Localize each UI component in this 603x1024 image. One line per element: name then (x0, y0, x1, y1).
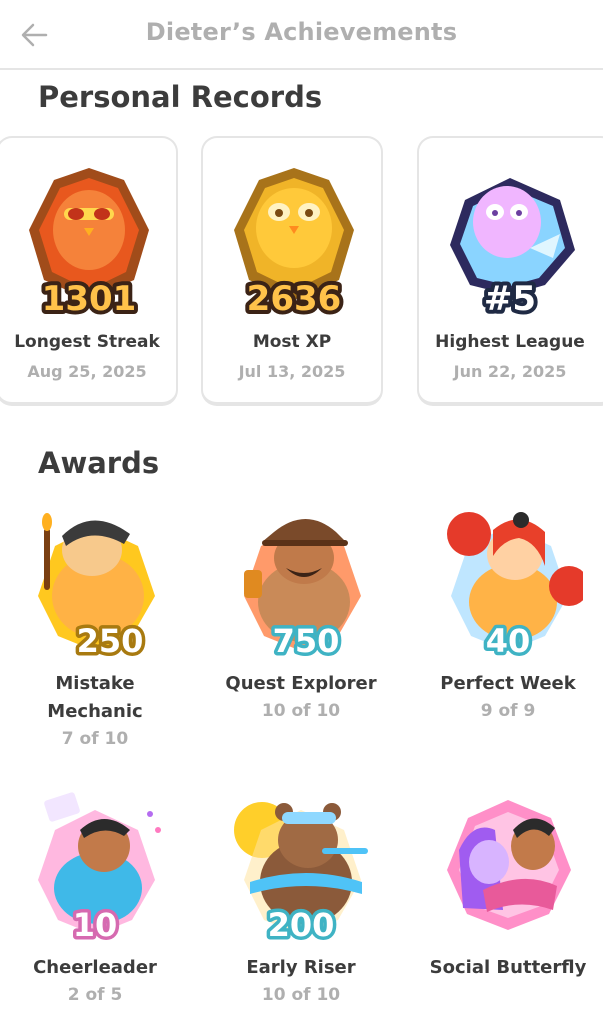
explorer-character-badge-icon: 750 750 (244, 519, 361, 664)
record-label: Longest Streak (14, 332, 160, 352)
streak-owl-badge-icon: 1301 1301 (29, 168, 149, 320)
award-name: Mistake Mechanic (47, 673, 143, 722)
award-quest-explorer[interactable]: 750 750 Quest Explorer 10 of 10 (211, 506, 391, 724)
award-value: 40 (486, 622, 531, 660)
section-heading-personal-records: Personal Records (38, 80, 323, 114)
record-date: Jun 22, 2025 (453, 362, 567, 381)
section-heading-awards: Awards (38, 446, 160, 480)
award-early-riser[interactable]: 200 200 Early Riser 10 of 10 (211, 790, 391, 1008)
bear-character-badge-icon: 200 200 (234, 802, 368, 948)
record-date: Jul 13, 2025 (238, 362, 346, 381)
record-label: Highest League (435, 332, 585, 352)
award-name: Cheerleader (33, 957, 157, 978)
welder-character-badge-icon: 250 250 (38, 513, 155, 664)
award-perfect-week[interactable]: 40 40 Perfect Week 9 of 9 (418, 506, 598, 724)
award-name: Quest Explorer (225, 673, 377, 694)
record-card-most-xp[interactable]: 2636 2636 Most XP Jul 13, 2025 (201, 136, 383, 406)
award-cheerleader[interactable]: 10 10 Cheerleader 2 of 5 (5, 790, 185, 1008)
record-value: 2636 (247, 279, 342, 319)
award-name: Early Riser (246, 957, 356, 978)
boxer-character-badge-icon: 40 40 (447, 512, 583, 664)
friends-hug-badge-icon (447, 800, 571, 930)
record-value: #5 (484, 279, 536, 319)
award-value: 200 (268, 906, 335, 944)
record-label: Most XP (252, 332, 332, 352)
award-progress: 9 of 9 (480, 701, 536, 721)
record-card-highest-league[interactable]: #5 #5 Highest League Jun 22, 2025 (417, 136, 603, 406)
award-progress: 7 of 10 (61, 729, 129, 749)
league-owl-badge-icon: #5 #5 (450, 178, 575, 320)
award-value: 750 (273, 622, 340, 660)
award-mistake-mechanic[interactable]: 250 250 Mistake Mechanic 7 of 10 (5, 506, 185, 752)
cheerleader-character-badge-icon: 10 10 (38, 792, 161, 948)
award-name: Social Butterfly (429, 957, 587, 978)
award-value: 250 (77, 622, 144, 660)
xp-owl-badge-icon: 2636 2636 (234, 168, 354, 320)
top-bar: Dieter’s Achievements (0, 0, 603, 70)
award-name: Perfect Week (440, 673, 576, 694)
award-social-butterfly[interactable]: Social Butterfly (418, 790, 598, 982)
record-value: 1301 (42, 279, 137, 319)
record-card-longest-streak[interactable]: 1301 1301 Longest Streak Aug 25, 2025 (0, 136, 178, 406)
award-progress: 10 of 10 (261, 701, 341, 721)
page-title: Dieter’s Achievements (145, 18, 458, 46)
award-progress: 10 of 10 (261, 985, 341, 1005)
award-progress: 2 of 5 (67, 985, 123, 1005)
record-date: Aug 25, 2025 (27, 362, 147, 381)
award-value: 10 (73, 906, 118, 944)
